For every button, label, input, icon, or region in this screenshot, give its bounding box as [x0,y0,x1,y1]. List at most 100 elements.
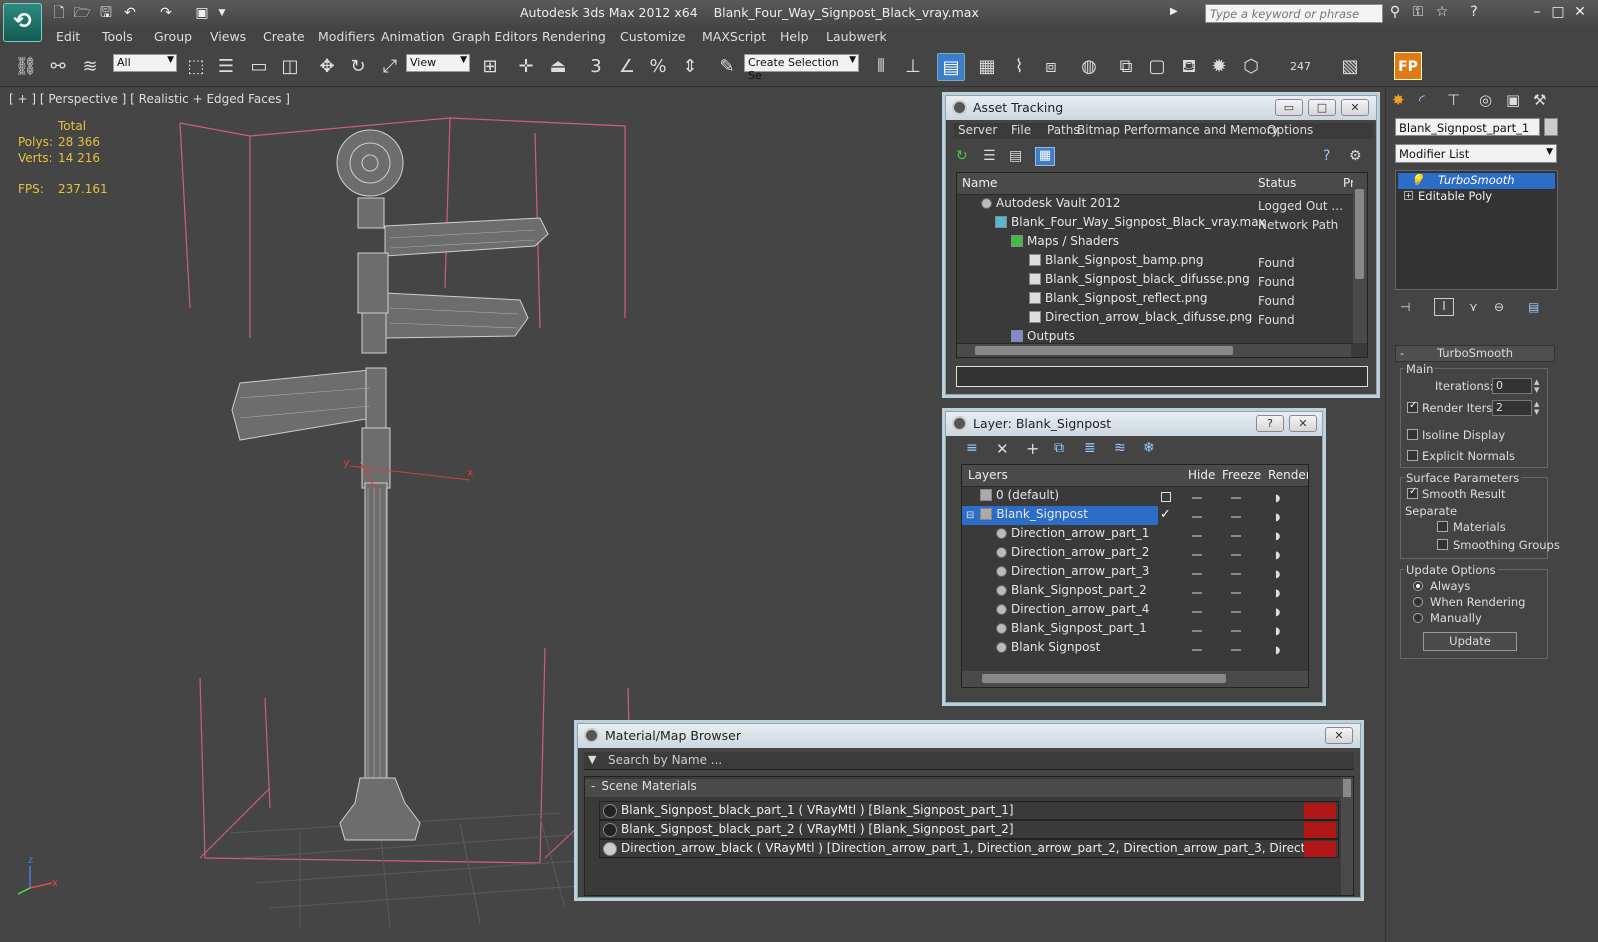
collapse-icon[interactable]: ⊟ [966,510,974,521]
close-button[interactable]: ✕ [1341,99,1369,116]
rectangular-selection-icon[interactable]: ▭ [245,53,273,81]
render-teapot-icon[interactable]: ◗ [1275,626,1280,637]
column-hide[interactable]: Hide [1188,468,1215,482]
named-selection-set-select[interactable]: Create Selection Se ▼ [744,54,859,82]
horizontal-scrollbar[interactable] [962,671,1308,687]
object-row[interactable]: Direction_arrow_part_3 [996,564,1149,583]
material-item[interactable]: Blank_Signpost_black_part_1 ( VRayMtl ) … [599,801,1339,820]
menu-paths[interactable]: Paths [1047,123,1080,137]
explicit-normals-checkbox[interactable] [1407,450,1418,461]
render-iters-spinner[interactable]: 2 [1492,400,1532,416]
vertical-scrollbar[interactable] [1353,173,1367,343]
create-layer-icon[interactable]: ≡ [966,440,978,456]
object-color-swatch[interactable] [1544,118,1558,136]
restore-icon[interactable]: □ [1548,4,1568,22]
fp-button[interactable]: FP [1394,52,1422,80]
show-end-result-icon[interactable]: I [1434,298,1454,316]
menu-laubwerk[interactable]: Laubwerk [826,29,887,44]
material-browser-titlebar[interactable]: Material/Map Browser [578,724,1360,748]
asset-path-field[interactable] [956,366,1368,387]
object-row[interactable]: Blank Signpost [996,640,1100,659]
lightbulb-icon[interactable]: 💡 [1410,173,1424,187]
subscription-icon[interactable]: ⚿ [1408,4,1428,22]
layer-manager-icon[interactable]: ▤ [937,53,965,81]
menu-help[interactable]: Help [780,29,809,44]
material-search-input[interactable]: Search by Name ... [608,753,722,767]
scene-materials-group[interactable]: - Scene Materials [585,779,1341,797]
app-logo-button[interactable]: ⟲ [3,3,42,42]
always-radio[interactable] [1413,581,1423,591]
help-button[interactable]: ? [1256,415,1284,432]
scrollbar-thumb[interactable] [1343,779,1351,797]
when-rendering-radio[interactable] [1413,597,1423,607]
remove-modifier-icon[interactable]: ⊖ [1494,300,1504,314]
help-icon[interactable]: ? [1464,4,1484,22]
close-icon[interactable]: ✕ [1570,4,1590,22]
render-teapot-icon[interactable]: ◗ [1275,493,1280,504]
minimize-icon[interactable]: – [1527,4,1547,22]
menu-graph-editors[interactable]: Graph Editors [452,29,538,44]
menu-modifiers[interactable]: Modifiers [318,29,375,44]
render-teapot-icon[interactable]: ◗ [1275,550,1280,561]
stack-item-editable-poly[interactable]: + Editable Poly [1398,189,1555,205]
make-unique-icon[interactable]: ⋎ [1469,300,1478,314]
menu-group[interactable]: Group [154,29,192,44]
rendered-frame-window-icon[interactable]: ▢ [1143,53,1171,81]
menu-create[interactable]: Create [263,29,305,44]
material-editor-icon[interactable]: ◍ [1075,53,1103,81]
cube-icon[interactable]: ⬡ [1237,53,1265,81]
column-freeze[interactable]: Freeze [1222,468,1261,482]
binoculars-icon[interactable]: ⚲ [1385,4,1405,22]
spinner-arrows-icon[interactable]: ▲ ▼ [1534,400,1539,416]
undo-icon[interactable]: ↶ [121,4,139,22]
link-icon[interactable]: ⛓ [12,53,40,81]
move-icon[interactable]: ✥ [313,53,341,81]
render-production-icon[interactable]: ⛾ [1175,53,1203,81]
select-manipulate-icon[interactable]: ✛ [512,53,540,81]
smooth-result-checkbox[interactable]: ✓ [1407,486,1418,499]
render-teapot-icon[interactable]: ◗ [1275,512,1280,523]
pin-stack-icon[interactable]: ⊣ [1400,300,1410,314]
quick-access-dropdown-icon[interactable]: ▼ [213,4,231,22]
render-teapot-icon[interactable]: ◗ [1275,588,1280,599]
iterations-spinner[interactable]: 0 [1492,378,1532,394]
window-crossing-icon[interactable]: ◫ [276,53,304,81]
layer-row-blank-signpost[interactable]: ⊟ Blank_Signpost [966,507,1088,526]
percent-snap-icon[interactable]: % [644,53,672,81]
vertical-scrollbar[interactable] [1341,777,1353,895]
menu-edit[interactable]: Edit [56,29,80,44]
select-highlighted-icon[interactable]: ⧉ [1054,440,1064,456]
display-tab-icon[interactable]: ▣ [1506,91,1520,109]
column-render[interactable]: Render [1268,468,1308,482]
snaps-toggle-icon[interactable]: 3 [582,53,610,81]
scrollbar-thumb[interactable] [982,674,1226,683]
materials-checkbox[interactable] [1437,521,1448,532]
material-item[interactable]: Direction_arrow_black ( VRayMtl ) [Direc… [599,839,1339,858]
table-row[interactable]: Blank_Signpost_reflect.png [1029,291,1208,310]
modifier-list-select[interactable]: Modifier List ▼ [1395,144,1557,163]
close-button[interactable]: ✕ [1289,415,1317,432]
configure-sets-icon[interactable]: ▤ [1528,300,1539,314]
grid-plane-icon[interactable]: ▧ [1336,53,1364,81]
bind-spacewarp-icon[interactable]: ≋ [76,53,104,81]
update-button[interactable]: Update [1423,632,1517,651]
favorites-star-icon[interactable]: ☆ [1432,4,1452,22]
layer-row-default[interactable]: 0 (default) [980,488,1059,507]
menu-animation[interactable]: Animation [381,29,445,44]
column-status[interactable]: Status [1258,176,1296,190]
menu-file[interactable]: File [1011,123,1031,137]
mirror-icon[interactable]: ⫴ [867,53,895,81]
object-row[interactable]: Direction_arrow_part_2 [996,545,1149,564]
project-folder-icon[interactable]: ▣ [193,4,211,22]
delete-layer-icon[interactable]: ✕ [996,440,1009,458]
scrollbar-thumb[interactable] [1355,189,1364,279]
new-file-icon[interactable]: 🗋 [50,4,68,22]
material-item[interactable]: Blank_Signpost_black_part_2 ( VRayMtl ) … [599,820,1339,839]
render-teapot-icon[interactable]: ◗ [1275,531,1280,542]
expand-icon[interactable]: + [1404,191,1413,200]
curve-editor-icon[interactable]: ⌇ [1005,53,1033,81]
object-name-field[interactable]: Blank_Signpost_part_1 [1395,118,1540,136]
table-row[interactable]: Blank_Signpost_black_difusse.png [1029,272,1250,291]
reference-coordinate-select[interactable]: View ▼ [406,54,470,72]
table-row[interactable]: Blank_Signpost_bamp.png [1029,253,1204,272]
